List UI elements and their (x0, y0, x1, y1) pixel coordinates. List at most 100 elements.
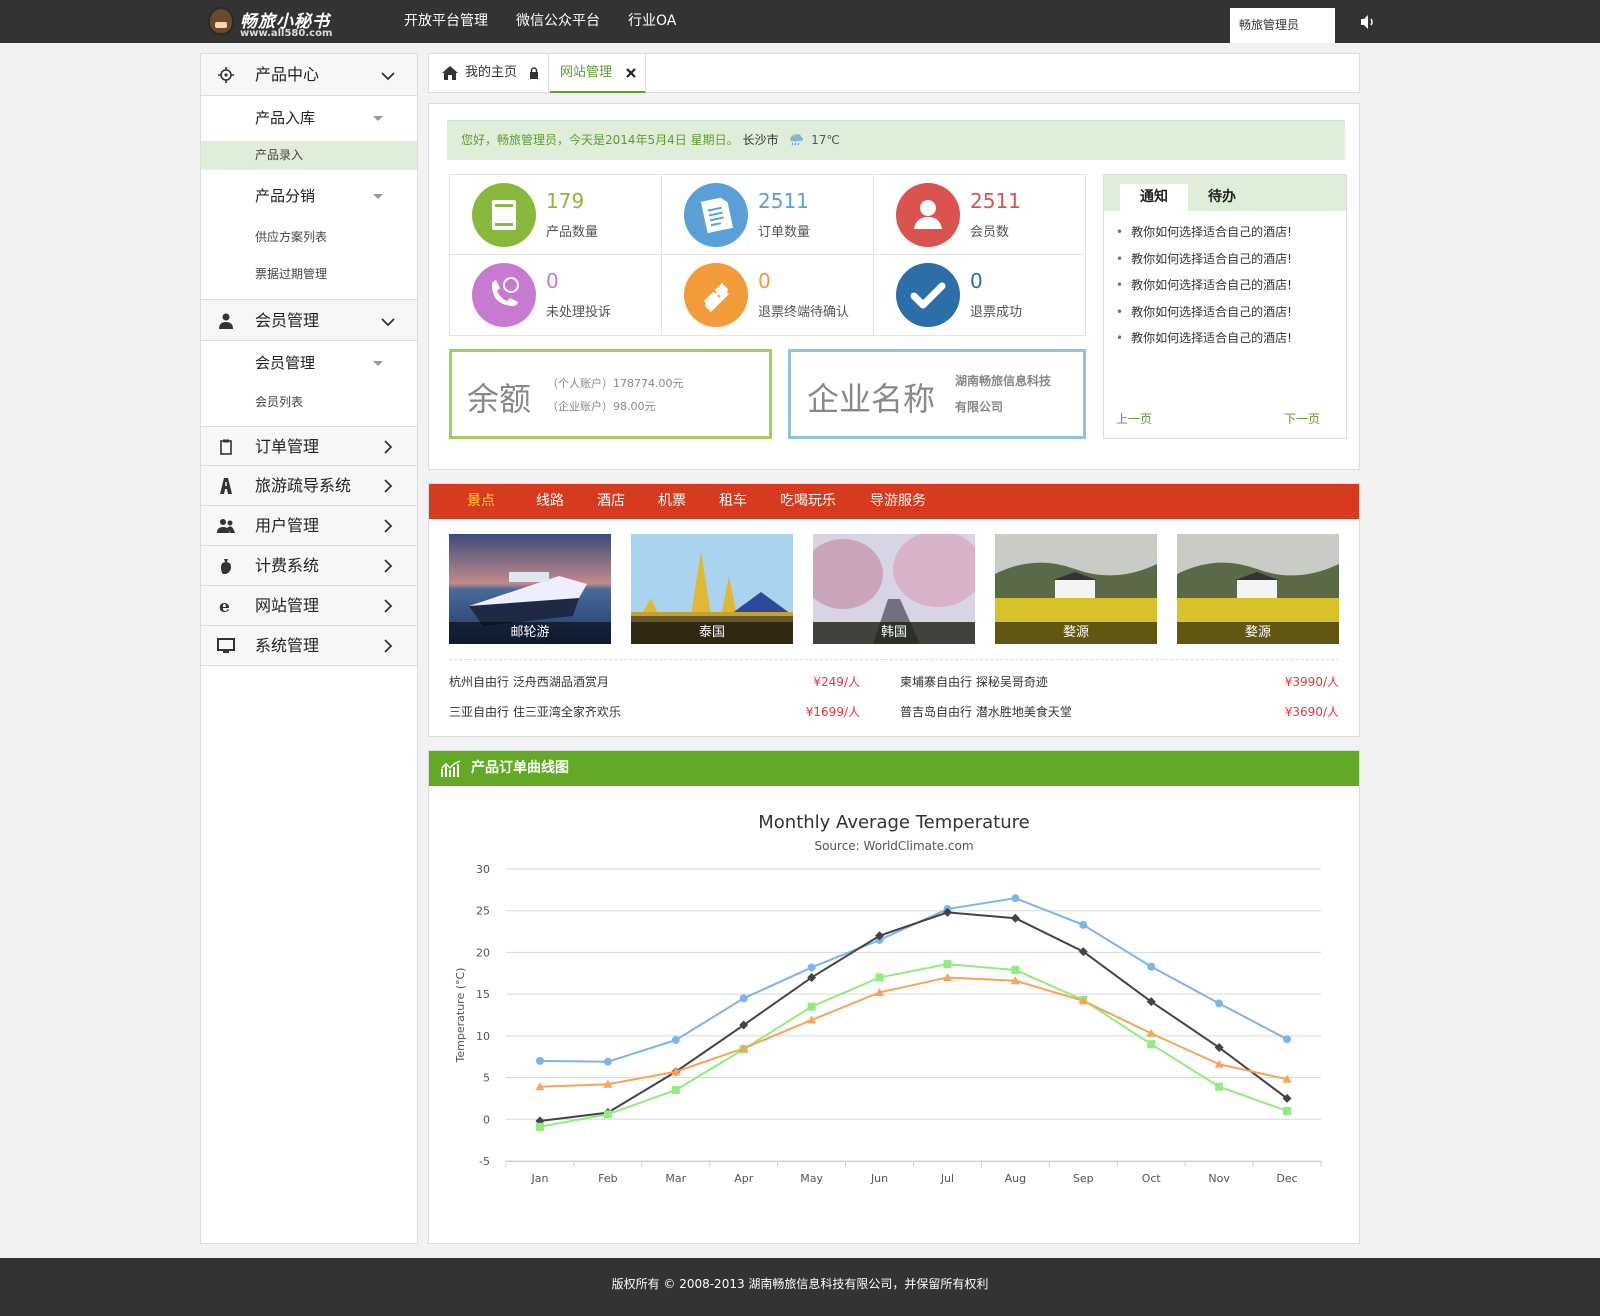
tab-car-rental[interactable]: 租车 (719, 484, 747, 519)
tab-todo[interactable]: 待办 (1188, 184, 1256, 211)
person-icon (896, 183, 960, 247)
picture-caption: 婺源 (995, 622, 1157, 644)
data-point (875, 973, 884, 982)
sidebar-sub-member-mgmt[interactable]: 会员管理 (201, 341, 417, 386)
list-item[interactable]: 教你如何选择适合自己的酒店! (1116, 272, 1346, 299)
tab-route[interactable]: 线路 (536, 484, 564, 519)
sidebar-sub-label: 会员管理 (255, 354, 316, 372)
sidebar: 产品中心 产品入库 产品录入 产品分销 供应方案列表 票据过期管理 会员管理 会… (200, 53, 418, 1244)
tab-scenic[interactable]: 景点 (467, 484, 495, 519)
deal-title[interactable]: 柬埔寨自由行 探秘吴哥奇迹 (900, 673, 1048, 690)
list-item[interactable]: 教你如何选择适合自己的酒店! (1116, 246, 1346, 273)
sidebar-item-product-center[interactable]: 产品中心 (201, 54, 417, 96)
money-bag-icon (221, 559, 231, 574)
sidebar-label: 计费系统 (255, 556, 320, 575)
chart-header: 产品订单曲线图 (429, 751, 1359, 786)
data-point (1283, 1035, 1292, 1044)
next-page-link[interactable]: 下一页 (1284, 410, 1320, 427)
data-point (739, 994, 748, 1003)
sidebar-item-billing[interactable]: 计费系统 (201, 546, 417, 586)
list-item[interactable]: 教你如何选择适合自己的酒店! (1116, 299, 1346, 326)
sidebar-label: 会员管理 (255, 311, 320, 330)
deal-price: ¥3690/人 (1284, 705, 1339, 719)
sidebar-label: 产品中心 (255, 65, 320, 84)
tab-label: 我的主页 (465, 65, 518, 80)
chart-subtitle: Source: WorldClimate.com (814, 839, 973, 853)
prev-page-link[interactable]: 上一页 (1116, 410, 1152, 427)
user-menu[interactable]: 畅旅管理员 (1230, 8, 1335, 43)
sidebar-link-supply-plan-list[interactable]: 供应方案列表 (201, 219, 417, 256)
sidebar-link-member-list[interactable]: 会员列表 (201, 386, 417, 422)
greeting-city: 长沙市 (742, 133, 779, 147)
ticket-icon (684, 263, 748, 327)
document-icon (684, 183, 748, 247)
stat-members[interactable]: 2511 会员数 (874, 175, 1086, 255)
stat-products[interactable]: 179 产品数量 (450, 175, 662, 255)
sidebar-item-order-mgmt[interactable]: 订单管理 (201, 426, 417, 466)
stat-complaints[interactable]: 0 未处理投诉 (450, 255, 662, 335)
sidebar-link-ticket-expiry[interactable]: 票据过期管理 (201, 256, 417, 293)
x-tick-label: Aug (1005, 1172, 1026, 1185)
list-item[interactable]: 教你如何选择适合自己的酒店! (1116, 219, 1346, 246)
tab-food-fun[interactable]: 吃喝玩乐 (780, 484, 836, 519)
sidebar-link-product-entry[interactable]: 产品录入 (201, 141, 417, 170)
deal-price: ¥249/人 (813, 675, 860, 689)
picture-wuyuan-1[interactable]: 婺源 (995, 534, 1157, 644)
deal-title[interactable]: 杭州自由行 泛舟西湖品酒赏月 (449, 673, 609, 690)
clipboard-icon (220, 439, 232, 455)
tab-hotel[interactable]: 酒店 (597, 484, 625, 519)
data-point (1010, 913, 1020, 923)
sidebar-item-tour-guide[interactable]: 旅游疏导系统 (201, 466, 417, 506)
stat-orders[interactable]: 2511 订单数量 (662, 175, 874, 255)
picture-wuyuan-2[interactable]: 婺源 (1177, 534, 1339, 644)
sidebar-sub-product-distribution[interactable]: 产品分销 (201, 174, 417, 219)
tab-flight[interactable]: 机票 (658, 484, 686, 519)
stat-value: 0 (546, 269, 559, 293)
sidebar-item-site-mgmt[interactable]: e 网站管理 (201, 586, 417, 626)
company-name-line2: 有限公司 (955, 400, 1004, 414)
tab-notice[interactable]: 通知 (1120, 184, 1188, 211)
list-item[interactable]: 教你如何选择适合自己的酒店! (1116, 325, 1346, 352)
deal-title[interactable]: 三亚自由行 住三亚湾全家齐欢乐 (449, 703, 621, 720)
deal-title[interactable]: 普吉岛自由行 潜水胜地美食天堂 (900, 703, 1072, 720)
picture-korea[interactable]: 韩国 (813, 534, 975, 644)
sidebar-item-user-mgmt[interactable]: 用户管理 (201, 506, 417, 546)
chevron-right-icon (384, 479, 393, 493)
stat-refund-success[interactable]: 0 退票成功 (874, 255, 1086, 335)
sidebar-sub-product-storage[interactable]: 产品入库 (201, 96, 417, 141)
ie-browser-icon: e (219, 598, 230, 614)
balance-company: （企业账户）98.00元 (547, 400, 656, 413)
tab-site-mgmt[interactable]: 网站管理 (550, 54, 646, 93)
chevron-right-icon (384, 599, 393, 613)
logo[interactable]: 畅旅小秘书 www.all580.com (208, 5, 338, 39)
nav-industry-oa[interactable]: 行业OA (614, 0, 690, 43)
sidebar-item-system-mgmt[interactable]: 系统管理 (201, 626, 417, 666)
data-point (603, 1110, 612, 1119)
data-point (535, 1122, 544, 1131)
x-tick-label: Mar (665, 1172, 686, 1185)
sidebar-label: 订单管理 (255, 437, 320, 456)
tab-guide-service[interactable]: 导游服务 (870, 484, 926, 519)
sidebar-item-member-mgmt[interactable]: 会员管理 (201, 299, 417, 341)
temperature-chart: Monthly Average Temperature Source: World… (454, 812, 1322, 1185)
stat-refund-pending[interactable]: 0 退票终端待确认 (662, 255, 874, 335)
picture-caption: 婺源 (1177, 622, 1339, 644)
picture-thailand[interactable]: 泰国 (631, 534, 793, 644)
nav-open-platform[interactable]: 开放平台管理 (390, 0, 502, 43)
picture-cruise[interactable]: 邮轮游 (449, 534, 611, 644)
close-icon[interactable] (626, 68, 636, 78)
picture-caption: 韩国 (813, 622, 975, 644)
deal-price: ¥1699/人 (805, 705, 860, 719)
logo-mascot-icon (208, 7, 234, 35)
speaker-icon[interactable] (1360, 14, 1376, 30)
home-icon (442, 66, 458, 80)
data-point (535, 1056, 544, 1065)
nav-wechat-platform[interactable]: 微信公众平台 (502, 0, 614, 43)
data-point (807, 1002, 816, 1011)
y-tick-label: 20 (476, 946, 490, 959)
stats-grid: 179 产品数量 2511 订单数量 2511 会员数 0 未处理投诉 0 退票… (449, 174, 1086, 336)
stat-label: 未处理投诉 (546, 305, 612, 320)
dashboard-panel: 您好，畅旅管理员，今天是2014年5月4日 星期日。 长沙市 17℃ 179 产… (428, 103, 1360, 470)
tab-home[interactable]: 我的主页 (429, 54, 549, 93)
greeting-text: 您好，畅旅管理员，今天是2014年5月4日 星期日。 (461, 133, 739, 147)
